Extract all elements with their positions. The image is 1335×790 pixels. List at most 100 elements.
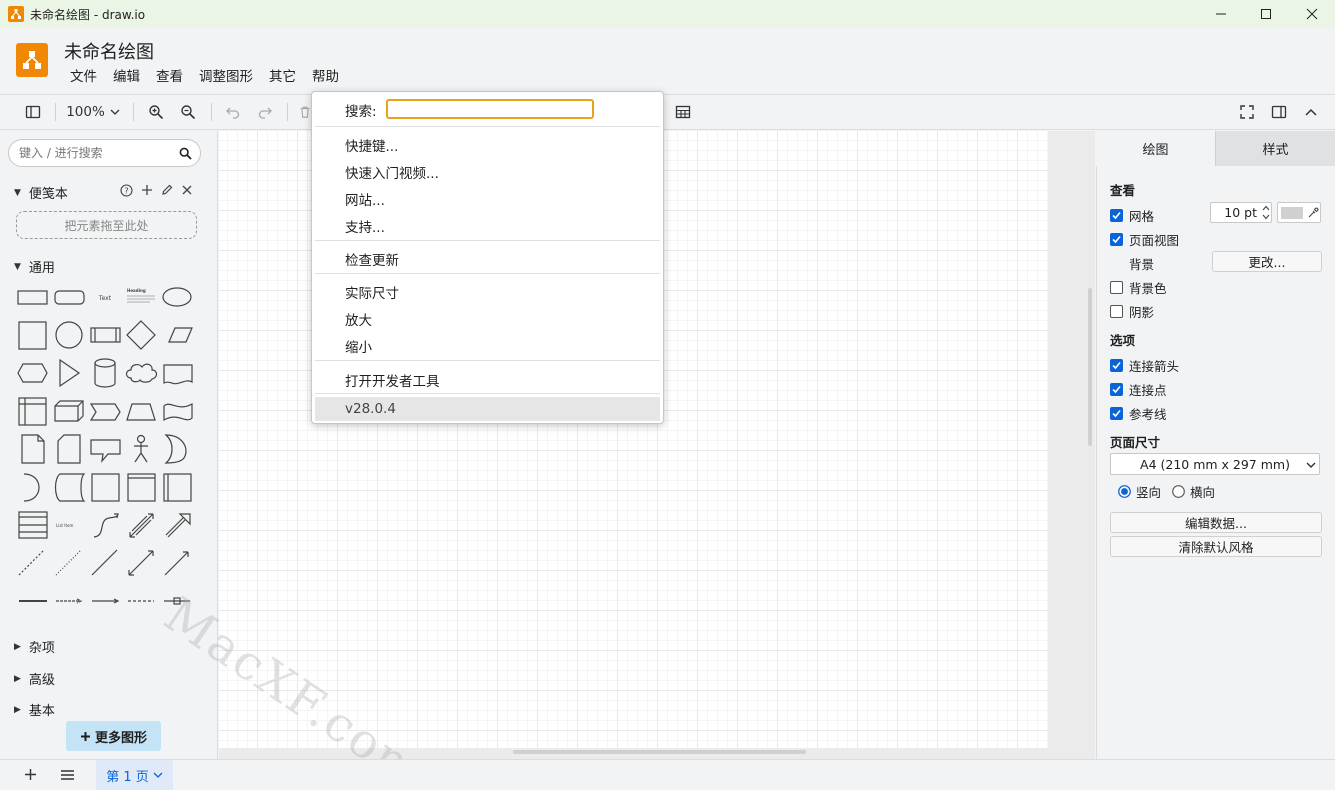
horizontal-scrollbar[interactable]: [513, 750, 806, 754]
help-search-input[interactable]: [386, 99, 594, 119]
shape-or[interactable]: [164, 434, 187, 464]
change-background-button[interactable]: 更改...: [1212, 251, 1322, 272]
menu-item-zoom-out[interactable]: 缩小: [345, 336, 372, 356]
add-icon[interactable]: [141, 184, 153, 196]
more-shapes-button[interactable]: 更多图形: [66, 721, 161, 751]
connection-points-checkbox-row[interactable]: 连接点: [1110, 380, 1167, 399]
shape-data-storage[interactable]: [54, 473, 86, 502]
scratchpad-header[interactable]: ▼ 便笺本: [14, 183, 68, 202]
portrait-radio-row[interactable]: 竖向: [1118, 482, 1161, 501]
shape-search-box[interactable]: [8, 139, 201, 167]
help-icon[interactable]: ?: [120, 184, 133, 197]
menu-extras[interactable]: 其它: [261, 68, 304, 86]
zoom-in-button[interactable]: [145, 101, 167, 123]
radio-unselected-icon[interactable]: [1172, 485, 1185, 498]
toggle-format-panel-button[interactable]: [1268, 101, 1290, 123]
shape-swimlane-vertical[interactable]: [163, 473, 192, 502]
shape-process[interactable]: [90, 327, 121, 343]
shape-text[interactable]: Text: [98, 295, 112, 302]
misc-section-header[interactable]: ▶ 杂项: [14, 637, 55, 656]
guides-checkbox-row[interactable]: 参考线: [1110, 404, 1167, 423]
advanced-section-header[interactable]: ▶ 高级: [14, 669, 55, 688]
toggle-sidebar-button[interactable]: [22, 101, 44, 123]
general-section-header[interactable]: ▼ 通用: [14, 257, 55, 276]
pages-menu-icon[interactable]: [60, 769, 75, 781]
shape-bidirectional-arrow[interactable]: [129, 513, 154, 538]
shape-rounded-rectangle[interactable]: [54, 290, 85, 305]
scratchpad-dropzone[interactable]: 把元素拖至此处: [16, 211, 197, 239]
menu-help[interactable]: 帮助: [304, 68, 347, 86]
menu-item-quickstart-video[interactable]: 快速入门视频...: [345, 162, 439, 182]
checkbox-unchecked[interactable]: [1110, 305, 1123, 318]
shape-internal-storage[interactable]: [18, 397, 47, 426]
landscape-radio-row[interactable]: 横向: [1172, 482, 1215, 501]
menu-item-dev-tools[interactable]: 打开开发者工具: [345, 370, 440, 390]
edit-pencil-icon[interactable]: [161, 184, 173, 196]
checkbox-unchecked[interactable]: [1110, 281, 1123, 294]
shape-list[interactable]: [18, 511, 48, 539]
shape-bidirectional-connector[interactable]: [128, 550, 154, 576]
vertical-scrollbar[interactable]: [1088, 288, 1092, 446]
shape-tape[interactable]: [163, 402, 193, 422]
page-tab-1[interactable]: 第 1 页: [96, 760, 173, 790]
menu-item-actual-size[interactable]: 实际尺寸: [345, 282, 399, 302]
page-view-checkbox-row[interactable]: 页面视图: [1110, 230, 1179, 249]
tab-style[interactable]: 样式: [1215, 131, 1335, 166]
menu-item-website[interactable]: 网站...: [345, 189, 385, 209]
menu-item-shortcuts[interactable]: 快捷键...: [345, 135, 398, 155]
shape-connector-arrow-2[interactable]: [92, 598, 120, 604]
shape-trapezoid[interactable]: [126, 403, 156, 421]
grid-checkbox-row[interactable]: 网格: [1110, 206, 1154, 225]
close-window-button[interactable]: [1289, 0, 1335, 28]
shape-arrow[interactable]: [165, 513, 191, 538]
shape-step[interactable]: [89, 403, 121, 421]
search-icon[interactable]: [179, 147, 192, 160]
shape-hexagon[interactable]: [17, 363, 48, 383]
shape-connector-arrow[interactable]: [56, 598, 83, 604]
menu-view[interactable]: 查看: [148, 68, 191, 86]
shape-cloud[interactable]: [125, 363, 158, 383]
shape-note[interactable]: [21, 434, 45, 464]
menu-item-check-updates[interactable]: 检查更新: [345, 249, 399, 269]
grid-color-picker[interactable]: [1277, 202, 1321, 223]
shape-callout[interactable]: [90, 439, 121, 463]
radio-selected-icon[interactable]: [1118, 485, 1131, 498]
checkbox-checked[interactable]: [1110, 233, 1123, 246]
shape-circle[interactable]: [55, 321, 83, 349]
shadow-checkbox-row[interactable]: 阴影: [1110, 302, 1154, 321]
checkbox-checked[interactable]: [1110, 383, 1123, 396]
delete-button[interactable]: [298, 101, 312, 123]
shape-frame[interactable]: [91, 473, 120, 502]
insert-table-button[interactable]: [672, 101, 694, 123]
tab-diagram[interactable]: 绘图: [1096, 131, 1215, 166]
shape-search-input[interactable]: [19, 145, 169, 161]
connection-arrows-checkbox-row[interactable]: 连接箭头: [1110, 356, 1179, 375]
shape-line[interactable]: [91, 549, 118, 576]
menu-edit[interactable]: 编辑: [105, 68, 148, 86]
shape-delay[interactable]: [23, 473, 40, 502]
shape-document[interactable]: [163, 364, 193, 385]
minimize-button[interactable]: [1198, 0, 1244, 28]
redo-button[interactable]: [254, 101, 276, 123]
shape-dotted-line[interactable]: [55, 549, 82, 576]
shape-card[interactable]: [57, 434, 81, 464]
close-icon[interactable]: [181, 184, 193, 196]
shape-curve[interactable]: [93, 513, 119, 538]
shape-list-item[interactable]: List Item: [56, 523, 73, 528]
undo-button[interactable]: [222, 101, 244, 123]
add-page-icon[interactable]: [24, 768, 37, 781]
shape-cylinder[interactable]: [94, 358, 116, 388]
bg-color-checkbox-row[interactable]: 背景色: [1110, 278, 1167, 297]
shape-rectangle[interactable]: [17, 290, 48, 305]
shape-parallelogram[interactable]: [168, 327, 193, 343]
zoom-select[interactable]: 100%: [64, 101, 122, 123]
page-size-select[interactable]: A4 (210 mm x 297 mm): [1110, 453, 1320, 475]
menu-arrange[interactable]: 调整图形: [191, 68, 261, 86]
checkbox-checked[interactable]: [1110, 359, 1123, 372]
checkbox-checked[interactable]: [1110, 407, 1123, 420]
maximize-button[interactable]: [1243, 0, 1289, 28]
shape-diamond[interactable]: [126, 320, 156, 350]
shape-cube[interactable]: [54, 400, 84, 422]
shape-triangle[interactable]: [59, 358, 81, 388]
checkbox-checked[interactable]: [1110, 209, 1123, 222]
